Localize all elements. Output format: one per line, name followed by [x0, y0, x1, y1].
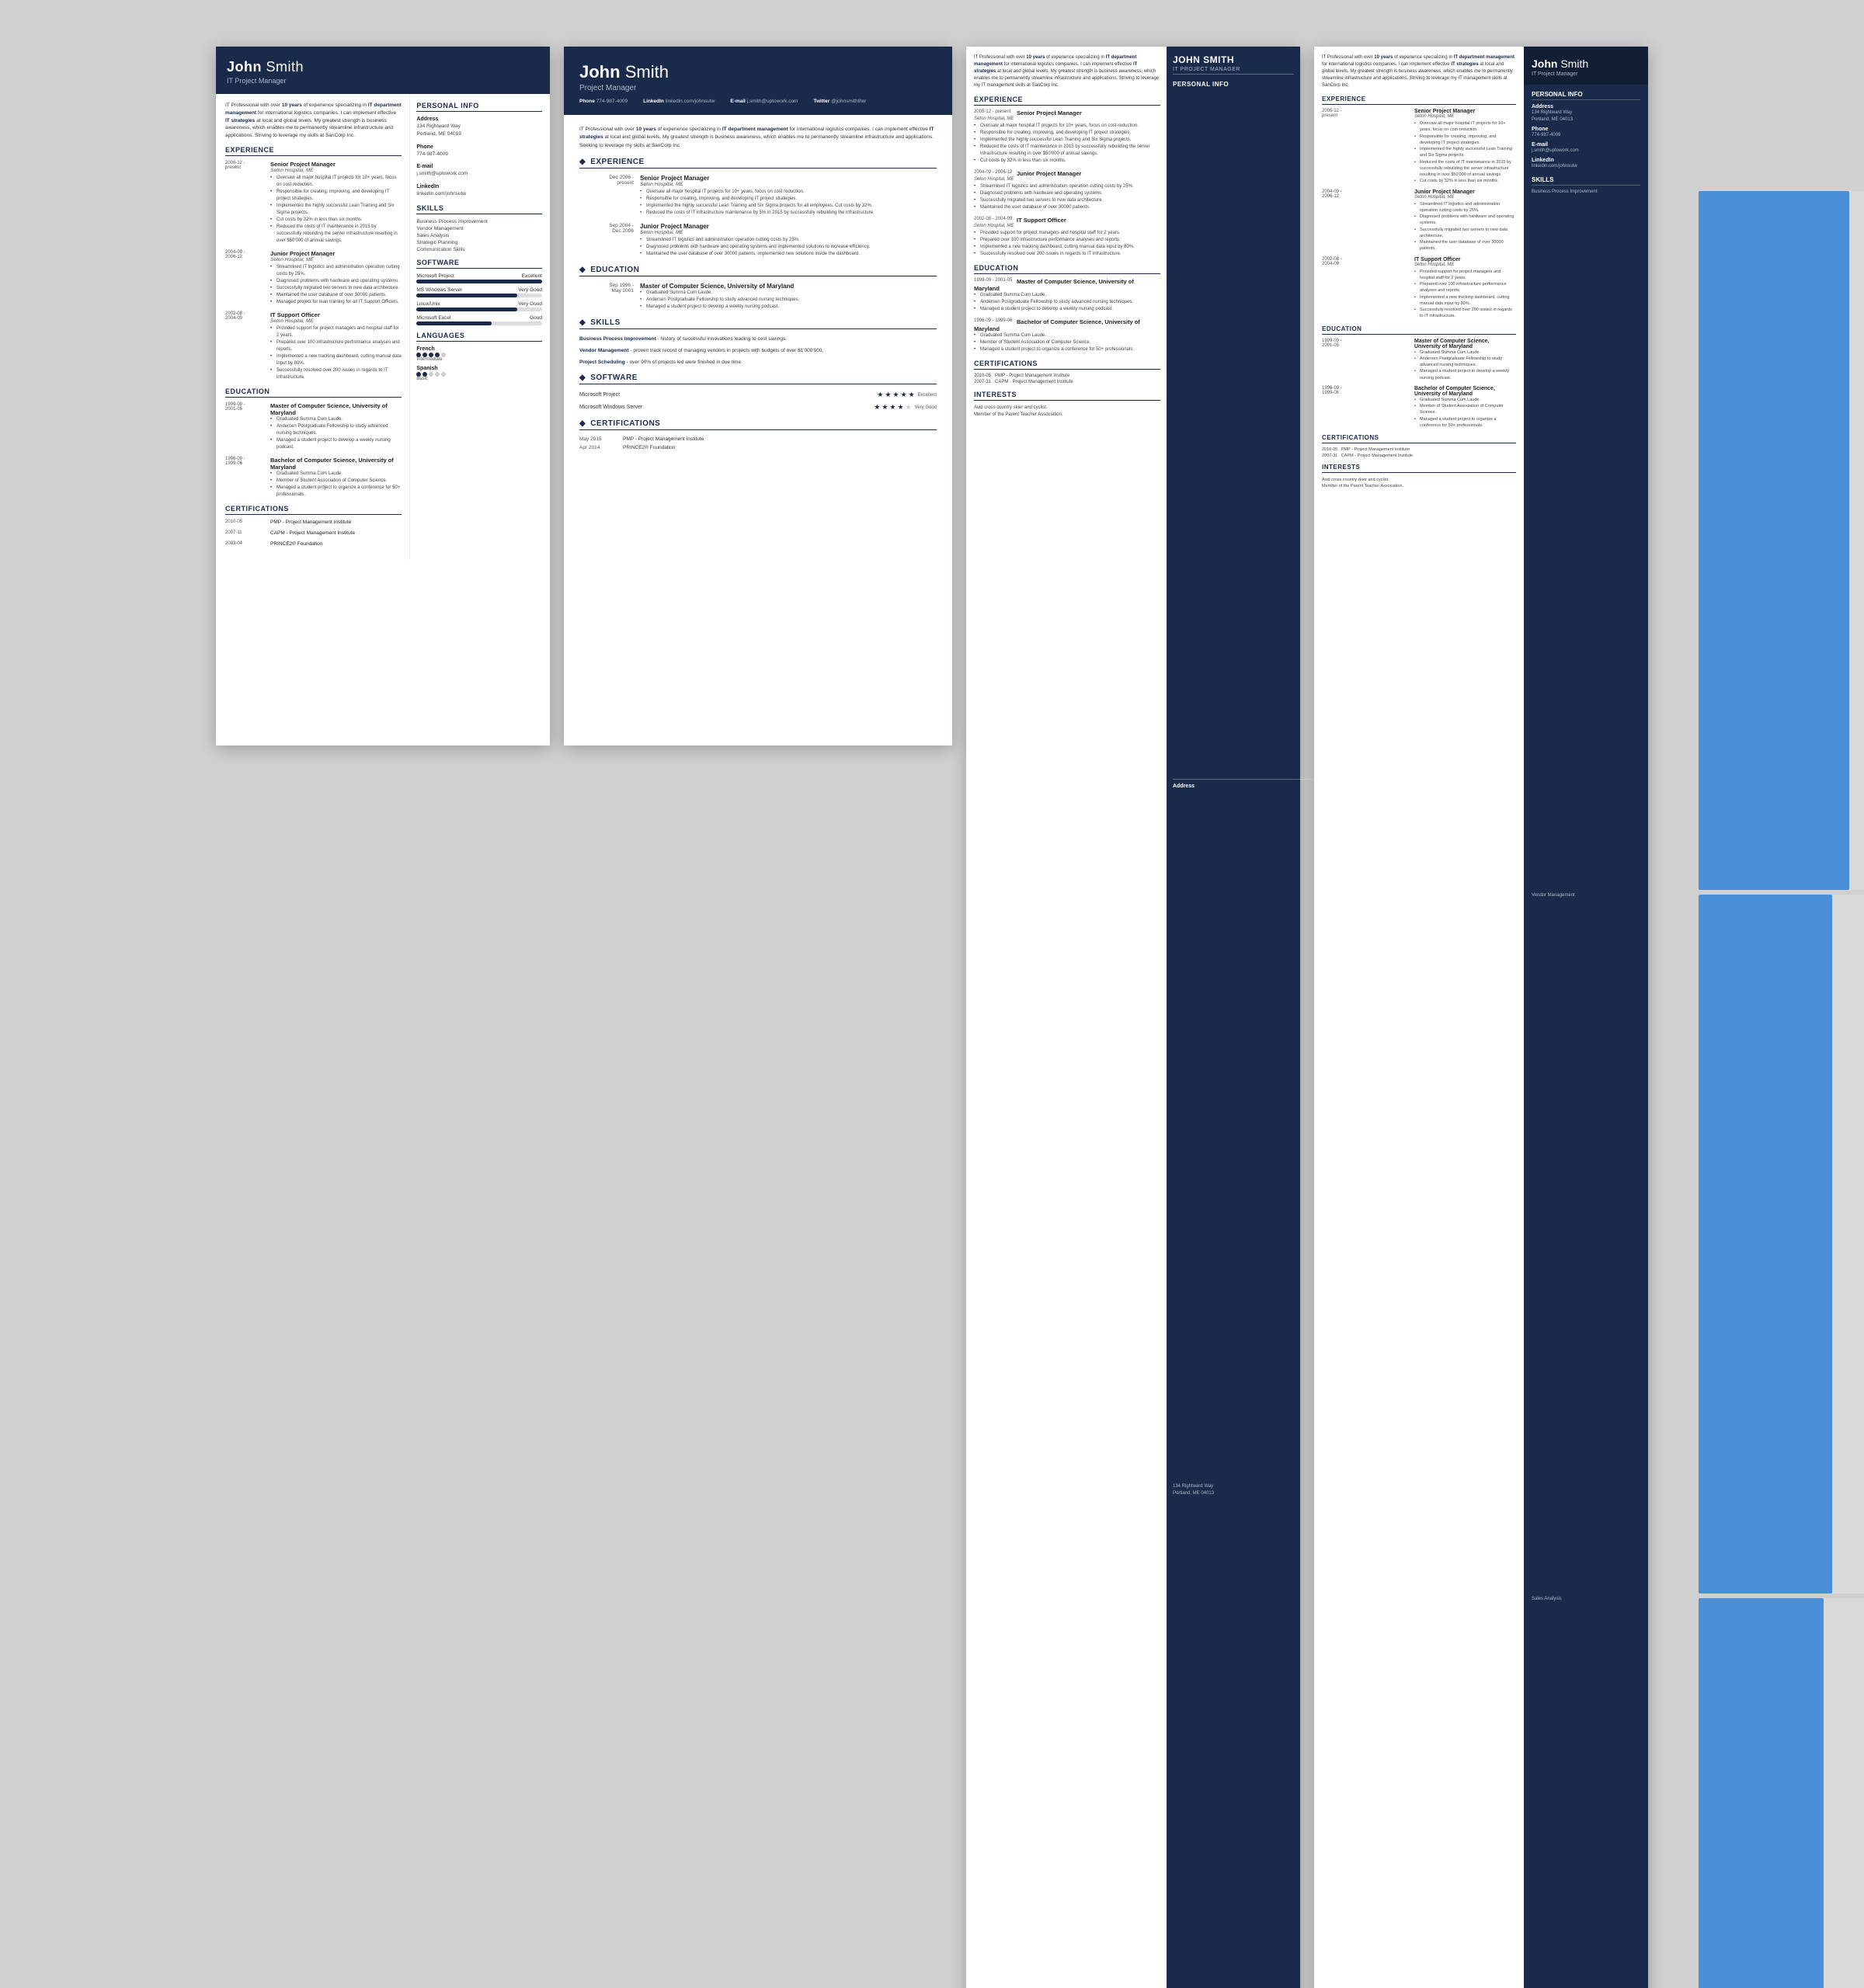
resume1-cert-2: 2007-11 CAPM - Project Management Instit… [225, 530, 402, 536]
resume1-phone: Phone 774-987-4009 [416, 144, 542, 158]
resume1-sw-3: Linux/UnixVery Good [416, 301, 542, 311]
resume4-edu-2: 1996-09 -1999-06 Bachelor of Computer Sc… [1322, 386, 1516, 429]
resume1-main: IT Professional with over 10 years of ex… [216, 94, 409, 560]
resume1-sidebar: Personal Info Address 134 Rightward WayP… [409, 94, 550, 560]
resume3-edu-label: Education [974, 264, 1160, 274]
resume2-body: IT Professional with over 10 years of ex… [564, 115, 952, 464]
resume3-sidebar: John Smith IT Project Manager Personal I… [1167, 47, 1300, 1988]
resume4-header: John Smith IT Project Manager [1524, 47, 1648, 85]
resume1-software-label: Software [416, 259, 542, 269]
resume2-sw-2: Microsoft Windows Server ★ ★ ★ ★ ★ Very … [579, 403, 937, 412]
resume1-skills-label: Skills [416, 204, 542, 214]
resume4-personal-label: Personal Info [1532, 91, 1640, 100]
resume-3: IT Professional with over 10 years of ex… [966, 47, 1300, 1988]
resume1-address: Address 134 Rightward WayPortland, ME 04… [416, 116, 542, 138]
resume1-edu-1: 1999-09 -2001-05 Master of Computer Scie… [225, 402, 402, 451]
resume1-linkedin: LinkedIn linkedin.com/johnsutw [416, 184, 542, 198]
resume3-intro: IT Professional with over 10 years of ex… [974, 54, 1160, 89]
resumes-container: John Smith IT Project Manager IT Profess… [0, 0, 1864, 994]
resume1-email: E-mail j.smith@uptowork.com [416, 164, 542, 178]
resume2-contacts: Phone 774-987-4009 LinkedIn linkedin.com… [579, 99, 937, 104]
resume4-sidebar-body: Personal Info Address 134 Rightward WayP… [1524, 85, 1648, 1988]
resume2-cert-2: Apr 2014 PRINCE2® Foundation [579, 445, 937, 450]
resume1-lang-2: Spanish Basic [416, 366, 542, 381]
resume3-main: IT Professional with over 10 years of ex… [966, 47, 1167, 1988]
resume1-cert-label: Certifications [225, 505, 402, 515]
resume1-name: John Smith [227, 59, 539, 75]
resume2-exp-label: EXPERIENCE [579, 158, 937, 169]
resume4-skills-label: Skills [1532, 176, 1640, 186]
resume3-edu-1: 1999-09 - 2001-05 Master of Computer Sci… [974, 278, 1160, 313]
resume4-interests-label: Interests [1322, 464, 1516, 473]
resume1-sw-2: MS Windows ServerVery Good [416, 287, 542, 297]
resume4-edu-label: Education [1322, 325, 1516, 335]
resume3-body: IT Professional with over 10 years of ex… [966, 47, 1300, 1988]
resume3-cert-label: Certifications [974, 360, 1160, 370]
resume2-edu-label: EDUCATION [579, 266, 937, 276]
resume1-lang-1: French Intermediate [416, 346, 542, 362]
resume1-sw-4: Microsoft ExcelGood [416, 315, 542, 325]
resume4-exp-label: Experience [1322, 96, 1516, 105]
resume1-lang-label: Languages [416, 332, 542, 342]
resume1-cert-1: 2010-05 PMP - Project Management Institu… [225, 520, 402, 525]
resume1-exp-label: Experience [225, 146, 402, 156]
resume2-exp-2: Sep 2004 -Dec 2006 Junior Project Manage… [579, 223, 937, 258]
resume4-edu-1: 1999-09 -2001-05 Master of Computer Scie… [1322, 339, 1516, 381]
resume1-edu-2: 1996-09 -1999-06 Bachelor of Computer Sc… [225, 457, 402, 499]
resume2-intro: IT Professional with over 10 years of ex… [579, 126, 937, 150]
resume2-exp-1: Dec 2006 -present Senior Project Manager… [579, 175, 937, 217]
resume2-sw-1: Microsoft Project ★ ★ ★ ★ ★ Excellent [579, 391, 937, 399]
resume2-header: John Smith Project Manager Phone 774-987… [564, 47, 952, 115]
resume4-intro: IT Professional with over 10 years of ex… [1322, 54, 1516, 89]
resume1-edu-label: Education [225, 388, 402, 398]
resume3-exp-label: Experience [974, 96, 1160, 106]
resume2-edu-1: Sep 1996 -May 2001 Master of Computer Sc… [579, 283, 937, 311]
resume4-name: John Smith [1532, 57, 1640, 70]
resume2-title: Project Manager [579, 84, 937, 92]
resume4-sidebar: John Smith IT Project Manager Personal I… [1524, 47, 1648, 1988]
resume1-body: IT Professional with over 10 years of ex… [216, 94, 550, 560]
resume1-sw-1: Microsoft ProjectExcellent [416, 273, 542, 283]
resume1-exp-3: 2002-08 -2004-09 IT Support Officer Seto… [225, 311, 402, 381]
resume2-skills-label: SKILLS [579, 318, 937, 329]
resume-4: IT Professional with over 10 years of ex… [1314, 47, 1648, 1988]
resume3-exp-2: 2004-09 - 2006-12 Junior Project Manager… [974, 170, 1160, 211]
resume4-exp-1: 2005-12 -present Senior Project Manager … [1322, 109, 1516, 185]
resume2-cert-1: May 2015 PMP - Project Management Instit… [579, 436, 937, 442]
resume-1: John Smith IT Project Manager IT Profess… [216, 47, 550, 746]
resume1-exp-2: 2004-09 -2006-12 Junior Project Manager … [225, 250, 402, 306]
resume1-personal-label: Personal Info [416, 102, 542, 112]
resume4-title: IT Project Manager [1532, 71, 1640, 77]
resume3-name: John Smith IT Project Manager [1173, 54, 1294, 75]
resume3-exp-3: 2002-08 - 2004-09 IT Support Officer Set… [974, 217, 1160, 258]
resume-2: John Smith Project Manager Phone 774-987… [564, 47, 952, 746]
resume4-main: IT Professional with over 10 years of ex… [1314, 47, 1524, 1988]
resume3-edu-2: 1996-09 - 1999-06 Bachelor of Computer S… [974, 318, 1160, 353]
resume4-exp-2: 2004-09 -2006-12 Junior Project Manager … [1322, 189, 1516, 252]
resume3-interests-label: Interests [974, 391, 1160, 401]
resume4-cert-label: Certifications [1322, 434, 1516, 443]
resume2-cert-label: CERTIFICATIONS [579, 419, 937, 430]
resume1-exp-1: 2006-12 -present Senior Project Manager … [225, 161, 402, 245]
resume1-header: John Smith IT Project Manager [216, 47, 550, 94]
resume4-exp-3: 2002-08 -2004-09 IT Support Officer Seto… [1322, 257, 1516, 320]
resume1-cert-3: 2003-04 PRINCE2® Foundation [225, 541, 402, 547]
resume2-name: John Smith [579, 62, 937, 82]
resume3-exp-1: 2005-12 - present Senior Project Manager… [974, 109, 1160, 165]
resume1-title: IT Project Manager [227, 77, 539, 85]
resume2-software-label: SOFTWARE [579, 374, 937, 384]
zety-logo: zety [1736, 928, 1802, 971]
resume1-intro: IT Professional with over 10 years of ex… [225, 102, 402, 140]
